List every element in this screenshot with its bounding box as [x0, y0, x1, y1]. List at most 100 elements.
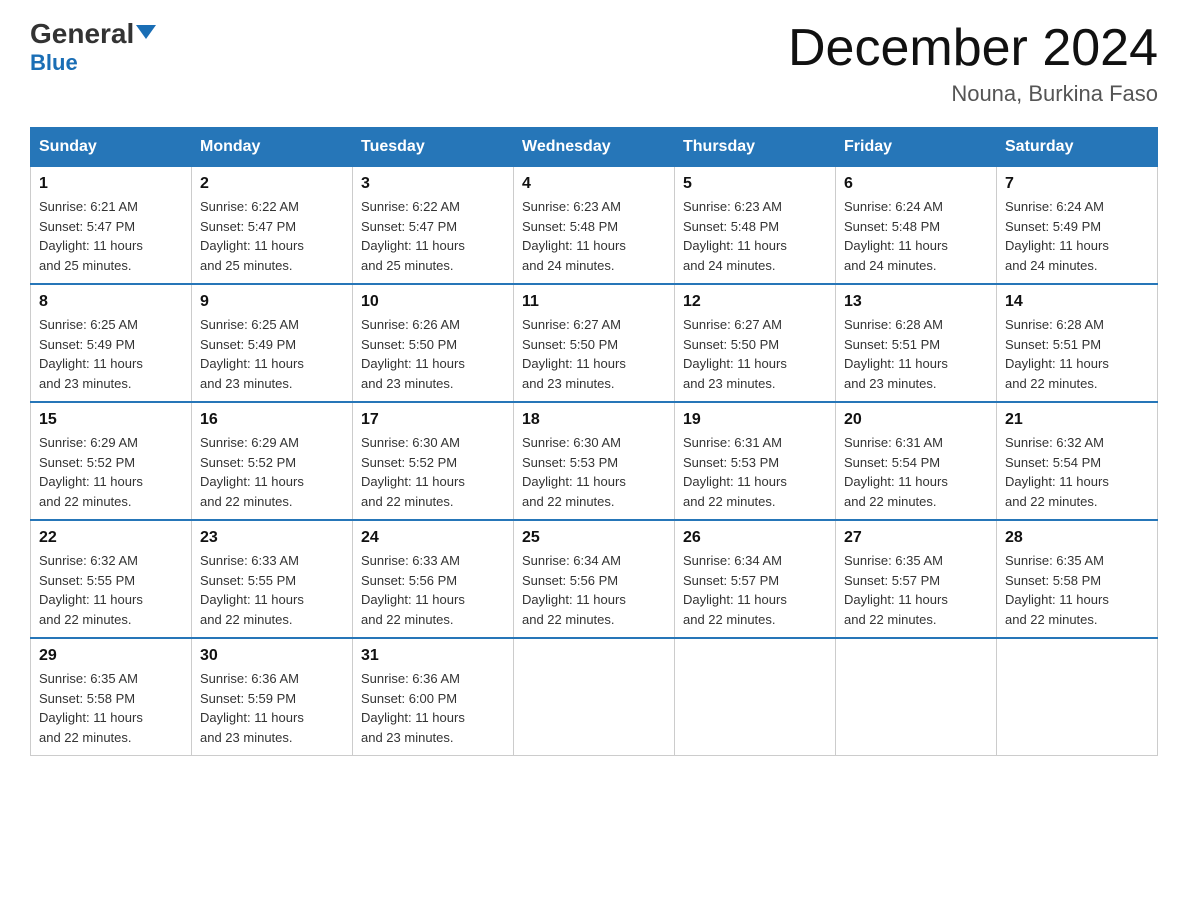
calendar-day-cell: 10 Sunrise: 6:26 AMSunset: 5:50 PMDayligh…	[353, 284, 514, 402]
calendar-day-cell: 22Sunrise: 6:32 AMSunset: 5:55 PMDayligh…	[31, 520, 192, 638]
day-number: 29	[39, 647, 183, 665]
day-number: 9	[200, 293, 344, 311]
location-title: Nouna, Burkina Faso	[788, 81, 1158, 107]
day-info: Sunrise: 6:34 AMSunset: 5:57 PMDaylight:…	[683, 551, 827, 629]
day-number: 14	[1005, 293, 1149, 311]
weekday-header-tuesday: Tuesday	[353, 128, 514, 167]
day-number: 28	[1005, 529, 1149, 547]
day-number: 19	[683, 411, 827, 429]
day-info: Sunrise: 6:24 AMSunset: 5:49 PMDaylight:…	[1005, 197, 1149, 275]
day-number: 21	[1005, 411, 1149, 429]
day-info: Sunrise: 6:21 AMSunset: 5:47 PMDaylight:…	[39, 197, 183, 275]
weekday-header-thursday: Thursday	[675, 128, 836, 167]
calendar-day-cell: 1 Sunrise: 6:21 AMSunset: 5:47 PMDaylight…	[31, 167, 192, 285]
day-number: 3	[361, 175, 505, 193]
calendar-day-cell: 26 Sunrise: 6:34 AMSunset: 5:57 PMDayligh…	[675, 520, 836, 638]
calendar-day-cell	[514, 638, 675, 756]
day-number: 16	[200, 411, 344, 429]
day-info: Sunrise: 6:35 AMSunset: 5:57 PMDaylight:…	[844, 551, 988, 629]
day-number: 27	[844, 529, 988, 547]
day-info: Sunrise: 6:22 AMSunset: 5:47 PMDaylight:…	[361, 197, 505, 275]
day-number: 5	[683, 175, 827, 193]
weekday-header-sunday: Sunday	[31, 128, 192, 167]
calendar-day-cell: 28 Sunrise: 6:35 AMSunset: 5:58 PMDayligh…	[997, 520, 1158, 638]
weekday-header-monday: Monday	[192, 128, 353, 167]
day-info: Sunrise: 6:27 AMSunset: 5:50 PMDaylight:…	[683, 315, 827, 393]
day-info: Sunrise: 6:27 AMSunset: 5:50 PMDaylight:…	[522, 315, 666, 393]
calendar-day-cell	[675, 638, 836, 756]
day-number: 1	[39, 175, 183, 193]
calendar-week-row: 1 Sunrise: 6:21 AMSunset: 5:47 PMDaylight…	[31, 167, 1158, 285]
calendar-day-cell	[997, 638, 1158, 756]
day-info: Sunrise: 6:33 AMSunset: 5:56 PMDaylight:…	[361, 551, 505, 629]
day-info: Sunrise: 6:32 AMSunset: 5:54 PMDaylight:…	[1005, 433, 1149, 511]
day-info: Sunrise: 6:36 AMSunset: 6:00 PMDaylight:…	[361, 669, 505, 747]
weekday-header-saturday: Saturday	[997, 128, 1158, 167]
calendar-day-cell: 21 Sunrise: 6:32 AMSunset: 5:54 PMDayligh…	[997, 402, 1158, 520]
calendar-day-cell: 5 Sunrise: 6:23 AMSunset: 5:48 PMDaylight…	[675, 167, 836, 285]
day-info: Sunrise: 6:30 AMSunset: 5:53 PMDaylight:…	[522, 433, 666, 511]
day-info: Sunrise: 6:31 AMSunset: 5:54 PMDaylight:…	[844, 433, 988, 511]
day-number: 20	[844, 411, 988, 429]
weekday-header-wednesday: Wednesday	[514, 128, 675, 167]
logo-triangle-icon	[136, 25, 156, 39]
title-block: December 2024 Nouna, Burkina Faso	[788, 20, 1158, 107]
calendar-day-cell: 30 Sunrise: 6:36 AMSunset: 5:59 PMDayligh…	[192, 638, 353, 756]
month-title: December 2024	[788, 20, 1158, 77]
calendar-day-cell: 17Sunrise: 6:30 AMSunset: 5:52 PMDayligh…	[353, 402, 514, 520]
calendar-day-cell: 24 Sunrise: 6:33 AMSunset: 5:56 PMDayligh…	[353, 520, 514, 638]
logo: General Blue	[30, 20, 156, 76]
calendar-day-cell: 20 Sunrise: 6:31 AMSunset: 5:54 PMDayligh…	[836, 402, 997, 520]
day-number: 26	[683, 529, 827, 547]
day-number: 30	[200, 647, 344, 665]
day-info: Sunrise: 6:29 AMSunset: 5:52 PMDaylight:…	[39, 433, 183, 511]
page-header: General Blue December 2024 Nouna, Burkin…	[30, 20, 1158, 107]
calendar-day-cell: 11Sunrise: 6:27 AMSunset: 5:50 PMDayligh…	[514, 284, 675, 402]
calendar-day-cell: 31Sunrise: 6:36 AMSunset: 6:00 PMDayligh…	[353, 638, 514, 756]
day-number: 17	[361, 411, 505, 429]
day-info: Sunrise: 6:28 AMSunset: 5:51 PMDaylight:…	[844, 315, 988, 393]
day-info: Sunrise: 6:33 AMSunset: 5:55 PMDaylight:…	[200, 551, 344, 629]
day-number: 23	[200, 529, 344, 547]
calendar-day-cell: 16Sunrise: 6:29 AMSunset: 5:52 PMDayligh…	[192, 402, 353, 520]
calendar-day-cell: 12 Sunrise: 6:27 AMSunset: 5:50 PMDayligh…	[675, 284, 836, 402]
calendar-day-cell: 14Sunrise: 6:28 AMSunset: 5:51 PMDayligh…	[997, 284, 1158, 402]
day-number: 13	[844, 293, 988, 311]
calendar-day-cell: 9 Sunrise: 6:25 AMSunset: 5:49 PMDaylight…	[192, 284, 353, 402]
calendar-day-cell: 8Sunrise: 6:25 AMSunset: 5:49 PMDaylight…	[31, 284, 192, 402]
logo-text: General	[30, 20, 156, 48]
day-info: Sunrise: 6:36 AMSunset: 5:59 PMDaylight:…	[200, 669, 344, 747]
day-number: 24	[361, 529, 505, 547]
calendar-day-cell: 7 Sunrise: 6:24 AMSunset: 5:49 PMDaylight…	[997, 167, 1158, 285]
calendar-week-row: 29 Sunrise: 6:35 AMSunset: 5:58 PMDayligh…	[31, 638, 1158, 756]
day-number: 10	[361, 293, 505, 311]
calendar-day-cell: 29 Sunrise: 6:35 AMSunset: 5:58 PMDayligh…	[31, 638, 192, 756]
day-info: Sunrise: 6:25 AMSunset: 5:49 PMDaylight:…	[200, 315, 344, 393]
calendar-day-cell: 6Sunrise: 6:24 AMSunset: 5:48 PMDaylight…	[836, 167, 997, 285]
day-info: Sunrise: 6:31 AMSunset: 5:53 PMDaylight:…	[683, 433, 827, 511]
day-info: Sunrise: 6:25 AMSunset: 5:49 PMDaylight:…	[39, 315, 183, 393]
calendar-day-cell: 13 Sunrise: 6:28 AMSunset: 5:51 PMDayligh…	[836, 284, 997, 402]
day-number: 7	[1005, 175, 1149, 193]
weekday-header-row: SundayMondayTuesdayWednesdayThursdayFrid…	[31, 128, 1158, 167]
calendar-day-cell: 15Sunrise: 6:29 AMSunset: 5:52 PMDayligh…	[31, 402, 192, 520]
calendar-week-row: 22Sunrise: 6:32 AMSunset: 5:55 PMDayligh…	[31, 520, 1158, 638]
calendar-day-cell: 19 Sunrise: 6:31 AMSunset: 5:53 PMDayligh…	[675, 402, 836, 520]
day-number: 12	[683, 293, 827, 311]
day-info: Sunrise: 6:35 AMSunset: 5:58 PMDaylight:…	[1005, 551, 1149, 629]
calendar-day-cell: 27 Sunrise: 6:35 AMSunset: 5:57 PMDayligh…	[836, 520, 997, 638]
day-number: 6	[844, 175, 988, 193]
calendar-day-cell: 2 Sunrise: 6:22 AMSunset: 5:47 PMDaylight…	[192, 167, 353, 285]
calendar-week-row: 8Sunrise: 6:25 AMSunset: 5:49 PMDaylight…	[31, 284, 1158, 402]
calendar-day-cell: 18Sunrise: 6:30 AMSunset: 5:53 PMDayligh…	[514, 402, 675, 520]
day-info: Sunrise: 6:35 AMSunset: 5:58 PMDaylight:…	[39, 669, 183, 747]
day-info: Sunrise: 6:26 AMSunset: 5:50 PMDaylight:…	[361, 315, 505, 393]
logo-subtitle: Blue	[30, 50, 78, 76]
day-info: Sunrise: 6:32 AMSunset: 5:55 PMDaylight:…	[39, 551, 183, 629]
calendar-day-cell: 25Sunrise: 6:34 AMSunset: 5:56 PMDayligh…	[514, 520, 675, 638]
weekday-header-friday: Friday	[836, 128, 997, 167]
day-info: Sunrise: 6:22 AMSunset: 5:47 PMDaylight:…	[200, 197, 344, 275]
day-number: 2	[200, 175, 344, 193]
calendar-day-cell	[836, 638, 997, 756]
day-info: Sunrise: 6:23 AMSunset: 5:48 PMDaylight:…	[683, 197, 827, 275]
